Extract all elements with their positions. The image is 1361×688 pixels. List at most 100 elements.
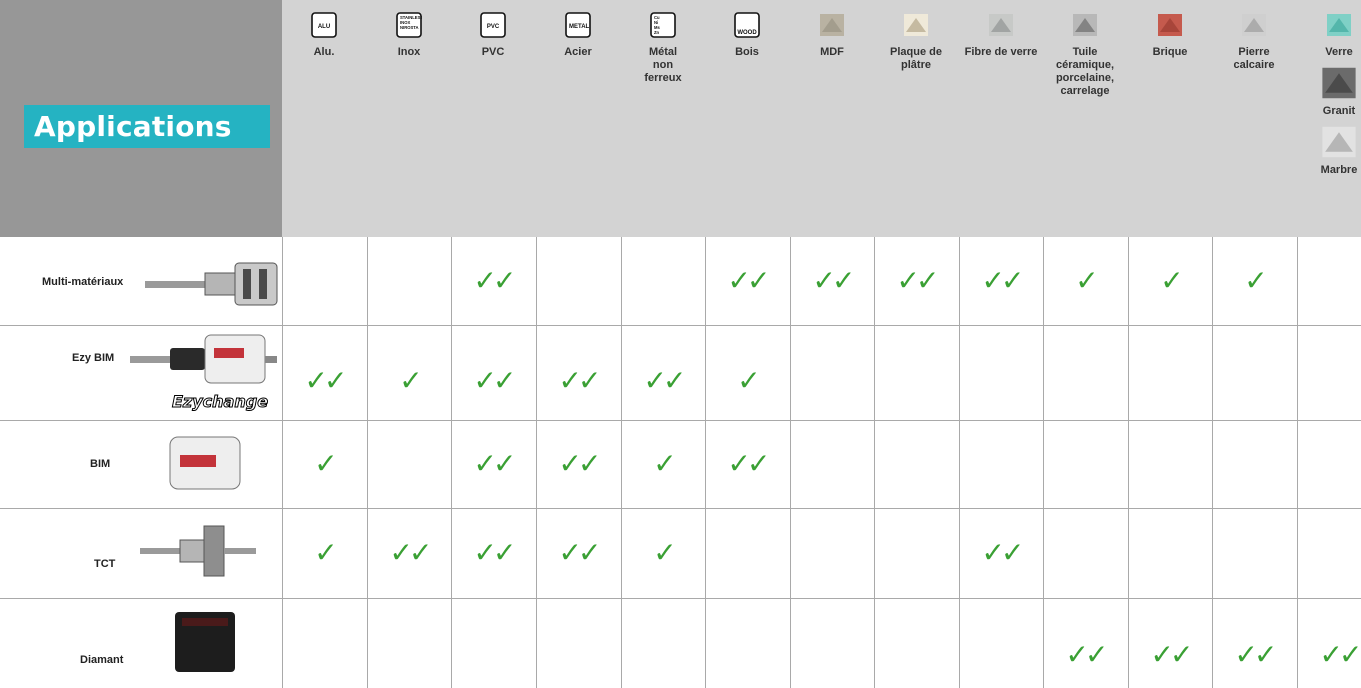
column-divider [1212,237,1213,688]
mdf-icon [820,14,844,36]
column-header: Verre Granit Marbre [1297,0,1361,237]
tool-label: Diamant [80,654,124,666]
double-check-mark: ✓✓ [389,536,433,569]
diamond-holesaw-icon [175,612,235,672]
material-label: MDF [820,46,844,58]
check-mark: ✓ [1160,264,1184,297]
material-label: Pierre calcaire [1233,46,1275,71]
ezychange-logo: Ezychange [171,392,269,412]
column-header: STAINLESS INOX NIROSTA Inox [367,0,451,237]
svg-text:METAL: METAL [569,24,590,30]
tool-label: Multi-matériaux [42,276,124,288]
material-label: Marbre [1320,164,1358,176]
double-check-mark: ✓✓ [812,264,856,297]
column-header: Pierre calcaire [1212,0,1296,237]
row-divider [0,420,1361,421]
material-label: Alu. [313,46,335,58]
ezy-bim-holesaw-icon [130,334,277,384]
row-divider [0,508,1361,509]
column-divider [536,237,537,688]
double-check-mark: ✓✓ [558,447,602,480]
pvc-icon: PVC [480,12,506,38]
material-label: Brique [1152,46,1188,58]
ceramic-tile-icon [1073,14,1097,36]
svg-text:Zn: Zn [654,30,660,35]
column-divider [1297,237,1298,688]
brick-icon [1158,14,1182,36]
double-check-mark: ✓✓ [1234,638,1278,671]
column-header: PVC PVC [451,0,535,237]
svg-text:ALU: ALU [318,24,330,30]
plasterboard-icon [904,14,928,36]
double-check-mark: ✓✓ [1065,638,1109,671]
check-mark: ✓ [653,447,677,480]
double-check-mark: ✓✓ [981,264,1025,297]
granite-icon [1322,67,1356,99]
double-check-mark: ✓✓ [981,536,1025,569]
column-header: Tuile céramique, porcelaine, carrelage [1043,0,1127,237]
tool-label: Ezy BIM [72,352,115,364]
column-header: Fibre de verre [959,0,1043,237]
tool-label: BIM [90,458,111,470]
double-check-mark: ✓✓ [1150,638,1194,671]
column-header: METAL Acier [536,0,620,237]
svg-text:PVC: PVC [487,24,500,30]
steel-icon: METAL [565,12,591,38]
material-label: Acier [564,46,592,58]
double-check-mark: ✓✓ [896,264,940,297]
wood-icon: WOOD [734,12,760,38]
check-mark: ✓ [653,536,677,569]
corner-cell: Applications [0,0,282,237]
material-label: Granit [1322,105,1356,117]
non-ferrous-metal-icon: CuNiMsZn [650,12,676,38]
multi-material-holesaw-icon [145,262,278,306]
bim-holesaw-icon [169,436,241,490]
column-header: MDF [790,0,874,237]
fiberglass-icon [989,14,1013,36]
tool-label: TCT [94,558,116,570]
column-header: Brique [1128,0,1212,237]
check-mark: ✓ [314,447,338,480]
material-label: Verre [1325,46,1353,58]
double-check-mark: ✓✓ [473,363,517,397]
row-divider [0,325,1361,326]
double-check-mark: ✓✓ [558,536,602,569]
limestone-icon [1242,14,1266,36]
column-header: ALU Alu. [282,0,366,237]
double-check-mark: ✓✓ [473,447,517,480]
column-divider [367,237,368,688]
marble-icon [1322,126,1356,158]
column-divider [451,237,452,688]
column-header: WOOD Bois [705,0,789,237]
stainless-steel-icon: STAINLESSINOXNIROSTA [396,12,422,38]
material-label: Bois [735,46,759,58]
svg-text:WOOD: WOOD [737,30,757,36]
aluminium-icon: ALU [311,12,337,38]
double-check-mark: ✓✓ [473,264,517,297]
double-check-mark: ✓✓ [727,264,771,297]
double-check-mark: ✓✓ [1319,638,1361,671]
check-mark: ✓ [1075,264,1099,297]
svg-text:NIROSTA: NIROSTA [400,25,419,30]
material-label: Métal non ferreux [644,46,682,84]
check-mark: ✓ [399,363,423,397]
column-divider [1128,237,1129,688]
column-header: Plaque de plâtre [874,0,958,237]
column-divider [790,237,791,688]
double-check-mark: ✓✓ [727,447,771,480]
double-check-mark: ✓✓ [304,363,348,397]
row-divider [0,598,1361,599]
double-check-mark: ✓✓ [473,536,517,569]
applications-title: Applications [24,105,270,148]
applications-table: Applications ALU Alu. STAINLESS INOX NIROSTA… [0,0,1361,688]
check-mark: ✓ [314,536,338,569]
double-check-mark: ✓✓ [643,363,687,397]
column-divider [874,237,875,688]
check-mark: ✓ [737,363,761,397]
check-mark: ✓ [1244,264,1268,297]
column-header: Cu Ni Ms Zn Métal non ferreux [621,0,705,237]
double-check-mark: ✓✓ [558,363,602,397]
column-divider [1043,237,1044,688]
glass-icon [1327,14,1351,36]
column-divider [705,237,706,688]
